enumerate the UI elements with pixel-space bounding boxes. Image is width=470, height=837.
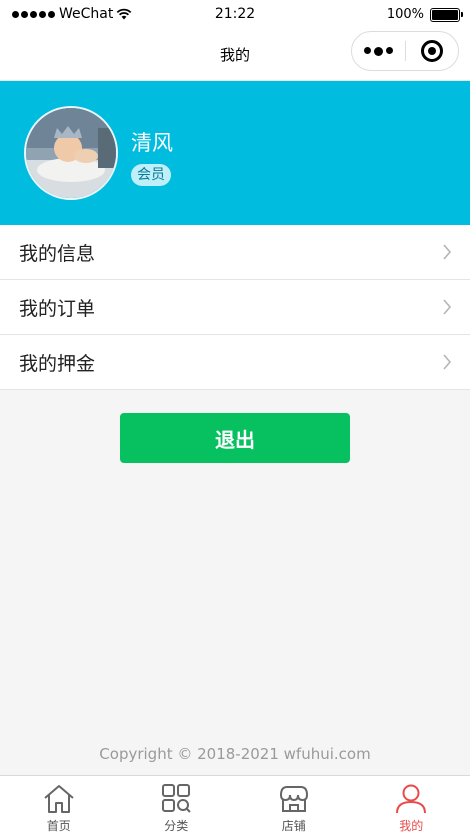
more-options-icon[interactable]	[352, 46, 405, 56]
tab-category[interactable]: 分类	[118, 776, 236, 837]
menu-item-my-info[interactable]: 我的信息	[0, 225, 470, 280]
tab-label: 首页	[46, 819, 71, 833]
close-miniprogram-icon[interactable]	[405, 40, 458, 62]
miniprogram-capsule	[351, 31, 459, 71]
copyright-text: Copyright © 2018-2021 wfuhui.com	[99, 745, 371, 763]
profile-menu: 我的信息 我的订单 我的押金	[0, 225, 470, 390]
menu-item-my-deposit[interactable]: 我的押金	[0, 335, 470, 390]
tab-label: 店铺	[281, 819, 306, 833]
user-icon	[396, 784, 427, 814]
logout-button[interactable]: 退出	[120, 413, 350, 463]
home-icon	[44, 785, 74, 813]
tab-store[interactable]: 店铺	[235, 776, 353, 837]
battery-icon	[430, 7, 463, 22]
menu-item-label: 我的订单	[19, 297, 96, 320]
avatar[interactable]	[24, 106, 118, 200]
tab-bar: 首页 分类 店铺 我的	[0, 775, 470, 837]
tab-label: 我的	[399, 819, 424, 833]
profile-header: 清风 会员	[0, 81, 470, 225]
category-icon	[162, 784, 191, 813]
store-icon	[279, 786, 308, 812]
tab-home[interactable]: 首页	[0, 776, 118, 837]
menu-item-label: 我的信息	[19, 242, 96, 265]
username: 清风	[131, 131, 173, 155]
battery-percent: 100%	[386, 7, 424, 22]
chevron-right-icon	[443, 299, 452, 315]
tab-mine[interactable]: 我的	[353, 776, 470, 837]
menu-item-label: 我的押金	[19, 352, 96, 375]
menu-item-my-orders[interactable]: 我的订单	[0, 280, 470, 335]
nav-bar: 我的	[0, 30, 470, 81]
chevron-right-icon	[443, 244, 452, 260]
member-badge: 会员	[131, 164, 171, 186]
tab-label: 分类	[164, 819, 189, 833]
chevron-right-icon	[443, 354, 452, 370]
status-bar: WeChat 21:22 100%	[0, 0, 470, 30]
